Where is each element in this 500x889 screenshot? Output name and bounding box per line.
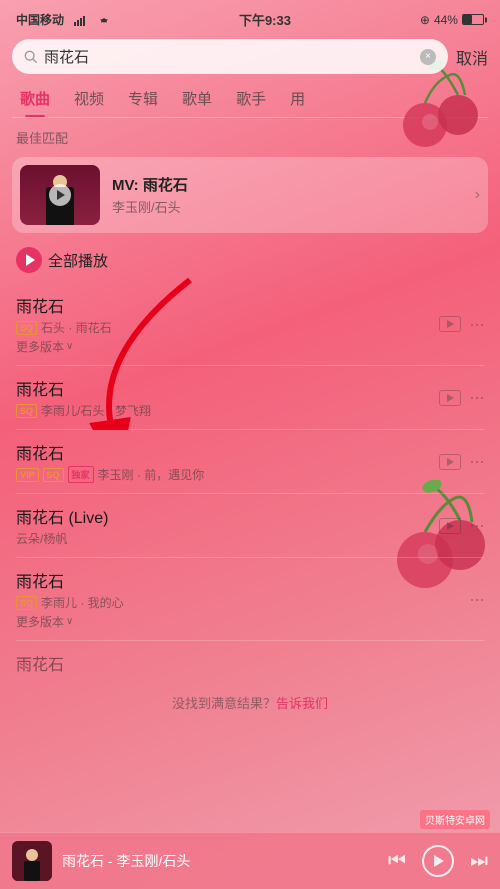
tag-sq-5: SQ [16,596,37,610]
song-item-1[interactable]: 雨花石 SQ 石头 · 雨花石 更多版本 ∨ ··· [0,283,500,365]
tag-sq-1: SQ [16,321,37,335]
song-actions-4: ··· [439,515,484,536]
prev-button[interactable]: ⏮ [388,850,406,873]
tab-videos[interactable]: 视频 [62,80,116,117]
best-match-artist: 李玉刚/石头 [112,197,463,216]
bottom-player-bar: 雨花石 - 李玉刚/石头 ⏮ ⏭ [0,832,500,889]
mv-icon-2[interactable] [439,390,461,406]
chevron-down-icon-5: ∨ [66,616,73,627]
tab-playlists[interactable]: 歌单 [170,80,224,117]
more-options-icon-2[interactable]: ··· [469,387,484,408]
play-all-icon [16,247,42,273]
tag-exclusive-3: 独家 [68,466,94,483]
mv-icon-1[interactable] [439,316,461,332]
battery-icon [462,14,484,25]
next-button[interactable]: ⏭ [470,850,488,873]
more-options-icon-5[interactable]: ··· [469,589,484,610]
song-meta-2: SQ 李雨儿/石头 · 梦飞翔 [16,402,429,419]
more-versions-5[interactable]: 更多版本 ∨ [16,613,459,630]
song-item-2[interactable]: 雨花石 SQ 李雨儿/石头 · 梦飞翔 ··· [0,366,500,429]
not-found-link[interactable]: 告诉我们 [276,696,328,711]
search-bar: 雨花石 × 取消 [0,33,500,80]
song-item-4[interactable]: 雨花石 (Live) 云朵/杨帆 ··· [0,494,500,557]
song-meta-5: SQ 李雨儿 · 我的心 [16,594,459,611]
watermark: 贝斯特安卓网 [420,810,490,829]
play-pause-button[interactable] [422,845,454,877]
more-versions-1[interactable]: 更多版本 ∨ [16,338,429,355]
content-area: 最佳匹配 MV: 雨花石 李玉刚/石头 › 全部播放 雨花石 SQ 石头 · 雨… [0,118,500,790]
more-options-icon-1[interactable]: ··· [469,314,484,335]
best-match-thumbnail [20,165,100,225]
best-match-card[interactable]: MV: 雨花石 李玉刚/石头 › [12,157,488,233]
tab-songs[interactable]: 歌曲 [8,80,62,117]
carrier: 中国移动 [16,11,110,28]
tab-bar: 歌曲 视频 专辑 歌单 歌手 用 [0,80,500,117]
song-item-5[interactable]: 雨花石 SQ 李雨儿 · 我的心 更多版本 ∨ ··· [0,558,500,640]
player-controls: ⏮ ⏭ [388,845,488,877]
status-right: ⊕ 44% [420,13,484,27]
song-actions-5: ··· [469,589,484,610]
song-actions-1: ··· [439,314,484,335]
song-artist-2: 李雨儿/石头 · 梦飞翔 [41,402,151,419]
search-clear-button[interactable]: × [420,49,436,65]
song-info-5: 雨花石 SQ 李雨儿 · 我的心 更多版本 ∨ [16,568,459,630]
song-info-4: 雨花石 (Live) 云朵/杨帆 [16,504,429,547]
best-match-title: MV: 雨花石 [112,174,463,195]
tab-albums[interactable]: 专辑 [116,80,170,117]
status-bar: 中国移动 下午9:33 ⊕ 44% [0,0,500,33]
chevron-down-icon-1: ∨ [66,341,73,352]
play-all-button[interactable]: 全部播放 [0,237,500,283]
song-title-5: 雨花石 [16,568,459,592]
song-title-3: 雨花石 [16,440,429,464]
best-match-arrow-icon: › [475,186,480,204]
song-info-3: 雨花石 VIP SQ 独家 李玉刚 · 前，遇见你 [16,440,429,483]
tag-sq-2: SQ [16,404,37,418]
tag-sq-3: SQ [43,468,64,482]
player-thumbnail[interactable] [12,841,52,881]
song-info-1: 雨花石 SQ 石头 · 雨花石 更多版本 ∨ [16,293,429,355]
search-icon [24,50,38,64]
search-input-wrapper[interactable]: 雨花石 × [12,39,448,74]
song-title-2: 雨花石 [16,376,429,400]
play-overlay [49,184,71,206]
not-found-text: 没找到满意结果？告诉我们 [0,685,500,720]
search-query: 雨花石 [44,46,414,67]
song-actions-3: ··· [439,451,484,472]
song-artist-3: 李玉刚 · 前，遇见你 [98,466,205,483]
status-time: 下午9:33 [239,10,291,29]
more-options-icon-3[interactable]: ··· [469,451,484,472]
song-artist-1: 石头 · 雨花石 [41,319,112,336]
tab-artists[interactable]: 歌手 [224,80,278,117]
best-match-info: MV: 雨花石 李玉刚/石头 [112,174,463,216]
song-actions-2: ··· [439,387,484,408]
player-cover-image [12,841,52,881]
battery-percent: 44% [434,13,458,27]
more-options-icon-4[interactable]: ··· [469,515,484,536]
song-meta-1: SQ 石头 · 雨花石 [16,319,429,336]
mv-icon-4[interactable] [439,518,461,534]
song-title-4: 雨花石 (Live) [16,504,429,528]
song-artist-5: 李雨儿 · 我的心 [41,594,124,611]
song-info-2: 雨花石 SQ 李雨儿/石头 · 梦飞翔 [16,376,429,419]
play-all-label: 全部播放 [48,250,108,271]
mv-icon-3[interactable] [439,454,461,470]
song-meta-3: VIP SQ 独家 李玉刚 · 前，遇见你 [16,466,429,483]
tab-more[interactable]: 用 [278,80,317,117]
song-title-1: 雨花石 [16,293,429,317]
song-item-6-partial: 雨花石 [0,641,500,685]
player-info: 雨花石 - 李玉刚/石头 [62,851,378,871]
tag-vip-3: VIP [16,468,39,482]
best-match-label: 最佳匹配 [0,118,500,153]
cancel-button[interactable]: 取消 [456,45,488,69]
player-song-title: 雨花石 - 李玉刚/石头 [62,851,378,871]
song-artist-4: 云朵/杨帆 [16,530,67,547]
song-item-3[interactable]: 雨花石 VIP SQ 独家 李玉刚 · 前，遇见你 ··· [0,430,500,493]
song-meta-4: 云朵/杨帆 [16,530,429,547]
play-icon [434,855,444,867]
charge-icon: ⊕ [420,13,430,27]
